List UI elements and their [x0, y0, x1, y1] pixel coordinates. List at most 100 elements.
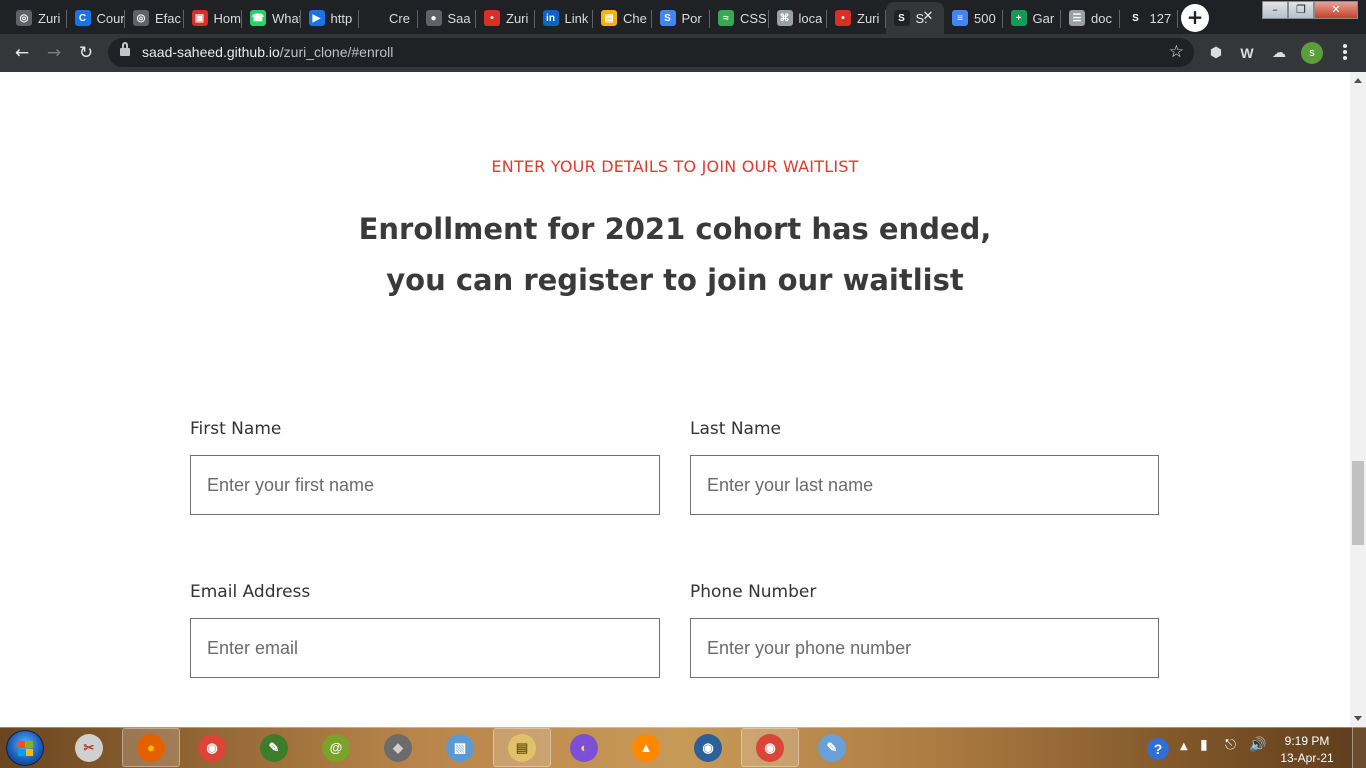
power-icon[interactable]: ⎋ — [1225, 737, 1236, 753]
lock-icon[interactable] — [120, 42, 130, 58]
more-menu-icon[interactable] — [1338, 42, 1352, 64]
email-input[interactable] — [190, 618, 660, 678]
first-name-input[interactable] — [190, 455, 660, 515]
vpn-icon: ◐ — [570, 733, 598, 762]
browser-tab[interactable]: ≈ CSS — [710, 2, 769, 34]
tab-separator — [1177, 10, 1178, 28]
browser-tab[interactable]: S Por — [652, 2, 710, 34]
scroll-up-arrow-icon[interactable] — [1354, 78, 1362, 83]
taskbar-app-button[interactable]: ✂ — [60, 728, 118, 767]
page-scrollbar[interactable] — [1350, 72, 1366, 727]
tab-title: doc — [1091, 10, 1112, 26]
taskbar-app-button[interactable]: ◉ — [183, 728, 241, 767]
box-icon: ▧ — [446, 733, 474, 762]
browser-tab[interactable]: S 127 — [1120, 2, 1178, 34]
phone-input[interactable] — [690, 618, 1159, 678]
tab-title: loca — [798, 10, 823, 26]
browser-tab[interactable]: • Zuri — [827, 2, 886, 34]
back-icon[interactable]: ← — [10, 41, 34, 65]
tray-expand-icon[interactable]: ▲ — [1180, 741, 1188, 752]
tab-title: Gar — [1032, 10, 1055, 26]
browser-tab[interactable]: ◎ Efac — [125, 2, 184, 34]
tab-close-icon[interactable]: ✕ — [920, 9, 936, 25]
address-bar[interactable]: saad-saheed.github.io/zuri_clone/#enroll… — [108, 38, 1194, 67]
taskbar-app-button[interactable]: ◉ — [679, 728, 737, 767]
browser-tab[interactable]: ⌘ loca — [769, 2, 827, 34]
taskbar-app-button[interactable]: ▲ — [617, 728, 675, 767]
taskbar-app-button[interactable]: @ — [307, 728, 365, 767]
profile-avatar[interactable]: s — [1301, 42, 1323, 64]
tab-title: Cre — [389, 10, 410, 26]
tab-title: Zuri — [506, 10, 529, 26]
docs-icon: ≡ — [952, 10, 968, 26]
help-tray-icon[interactable]: ? — [1147, 738, 1169, 760]
taskbar-app-button[interactable]: ◆ — [369, 728, 427, 767]
taskbar-app-button[interactable]: ● — [122, 728, 180, 767]
paint-net-icon: ✎ — [260, 733, 288, 762]
tab-title: CSS — [740, 10, 767, 26]
browser-tab[interactable]: ● Saa — [418, 2, 476, 34]
browser-tab[interactable]: • Zuri — [476, 2, 535, 34]
taskbar-clock[interactable]: 9:19 PM 13-Apr-21 — [1275, 733, 1339, 767]
window-close-button[interactable]: ✕ — [1314, 1, 1358, 19]
browser-tab[interactable]: ▶ http — [301, 2, 359, 34]
first-name-label: First Name — [190, 419, 282, 439]
browser-tab[interactable]: in Link — [535, 2, 593, 34]
reload-icon[interactable]: ↻ — [74, 41, 98, 65]
taskbar-app-button[interactable]: ✎ — [245, 728, 303, 767]
bookmark-star-icon[interactable]: ☆ — [1169, 42, 1184, 62]
browser-tab[interactable]: S S. ✕ — [885, 2, 944, 34]
whatsapp-icon: ☎ — [250, 10, 266, 26]
anki-icon: ◉ — [694, 733, 722, 762]
browser-tab[interactable]: ▣ Home — [184, 2, 242, 34]
cube-extension-icon[interactable]: ⬢ — [1206, 43, 1226, 63]
taskbar-app-button[interactable]: ◉ — [741, 728, 799, 767]
tab-title: Zuri — [857, 10, 880, 26]
browser-tab[interactable]: ▤ Che — [593, 2, 652, 34]
volume-icon[interactable]: 🔊 — [1249, 737, 1266, 753]
scroll-down-arrow-icon[interactable] — [1354, 716, 1362, 721]
show-desktop-button[interactable] — [1352, 727, 1366, 768]
restore-button[interactable]: ❐ — [1288, 1, 1314, 19]
last-name-input[interactable] — [690, 455, 1159, 515]
url-text[interactable]: saad-saheed.github.io/zuri_clone/#enroll — [142, 44, 393, 60]
firefox-icon: ● — [137, 733, 165, 762]
tab-title: Saa — [447, 10, 471, 26]
taskbar-app-button[interactable]: ◐ — [555, 728, 613, 767]
page-viewport: ENTER YOUR DETAILS TO JOIN OUR WAITLIST … — [0, 72, 1350, 727]
browser-tab[interactable]: ☎ WhatsApp — [242, 2, 301, 34]
dot-icon: • — [484, 10, 500, 26]
taskbar-app-button[interactable]: ▧ — [431, 728, 489, 767]
browser-tab[interactable]: Cre — [359, 2, 418, 34]
clock-date: 13-Apr-21 — [1280, 751, 1334, 765]
paint-icon: ✎ — [818, 733, 846, 762]
tab-title: Efac — [155, 10, 182, 26]
tab-title: Che — [623, 10, 647, 26]
browser-tab[interactable]: + Gar — [1003, 2, 1061, 34]
s-dot-icon: S — [1127, 10, 1144, 26]
forward-icon[interactable]: → — [42, 41, 66, 65]
tab-title: Course — [96, 10, 126, 26]
tab-title: http — [330, 10, 353, 26]
start-button[interactable] — [6, 730, 44, 766]
minimize-button[interactable]: – — [1262, 1, 1288, 19]
browser-tab[interactable]: ☰ doc — [1061, 2, 1120, 34]
brand-red-icon: ▣ — [191, 10, 208, 26]
url-host: saad-saheed.github.io — [142, 44, 280, 60]
url-path: /zuri_clone/#enroll — [279, 44, 394, 60]
browser-tab[interactable]: ◎ Zuri — [8, 2, 67, 34]
c-logo-icon: C — [74, 10, 91, 26]
scroll-thumb[interactable] — [1352, 461, 1364, 545]
browser-tab[interactable]: C Course — [67, 2, 126, 34]
network-signal-icon[interactable]: ▮ — [1200, 737, 1208, 753]
tab-title: 127 — [1149, 10, 1172, 26]
browser-toolbar: ← → ↻ saad-saheed.github.io/zuri_clone/#… — [0, 34, 1366, 72]
taskbar-app-button[interactable]: ▤ — [493, 728, 551, 767]
clock-time: 9:19 PM — [1284, 734, 1330, 748]
taskbar-app-button[interactable]: ✎ — [803, 728, 861, 767]
new-tab-button[interactable]: + — [1181, 4, 1209, 32]
chrome-icon: ◉ — [198, 733, 226, 762]
browser-tab[interactable]: ≡ 500 — [944, 2, 1003, 34]
extensions-puzzle-icon[interactable]: ☁ — [1269, 43, 1289, 63]
w-extension-icon[interactable]: W — [1237, 43, 1257, 63]
